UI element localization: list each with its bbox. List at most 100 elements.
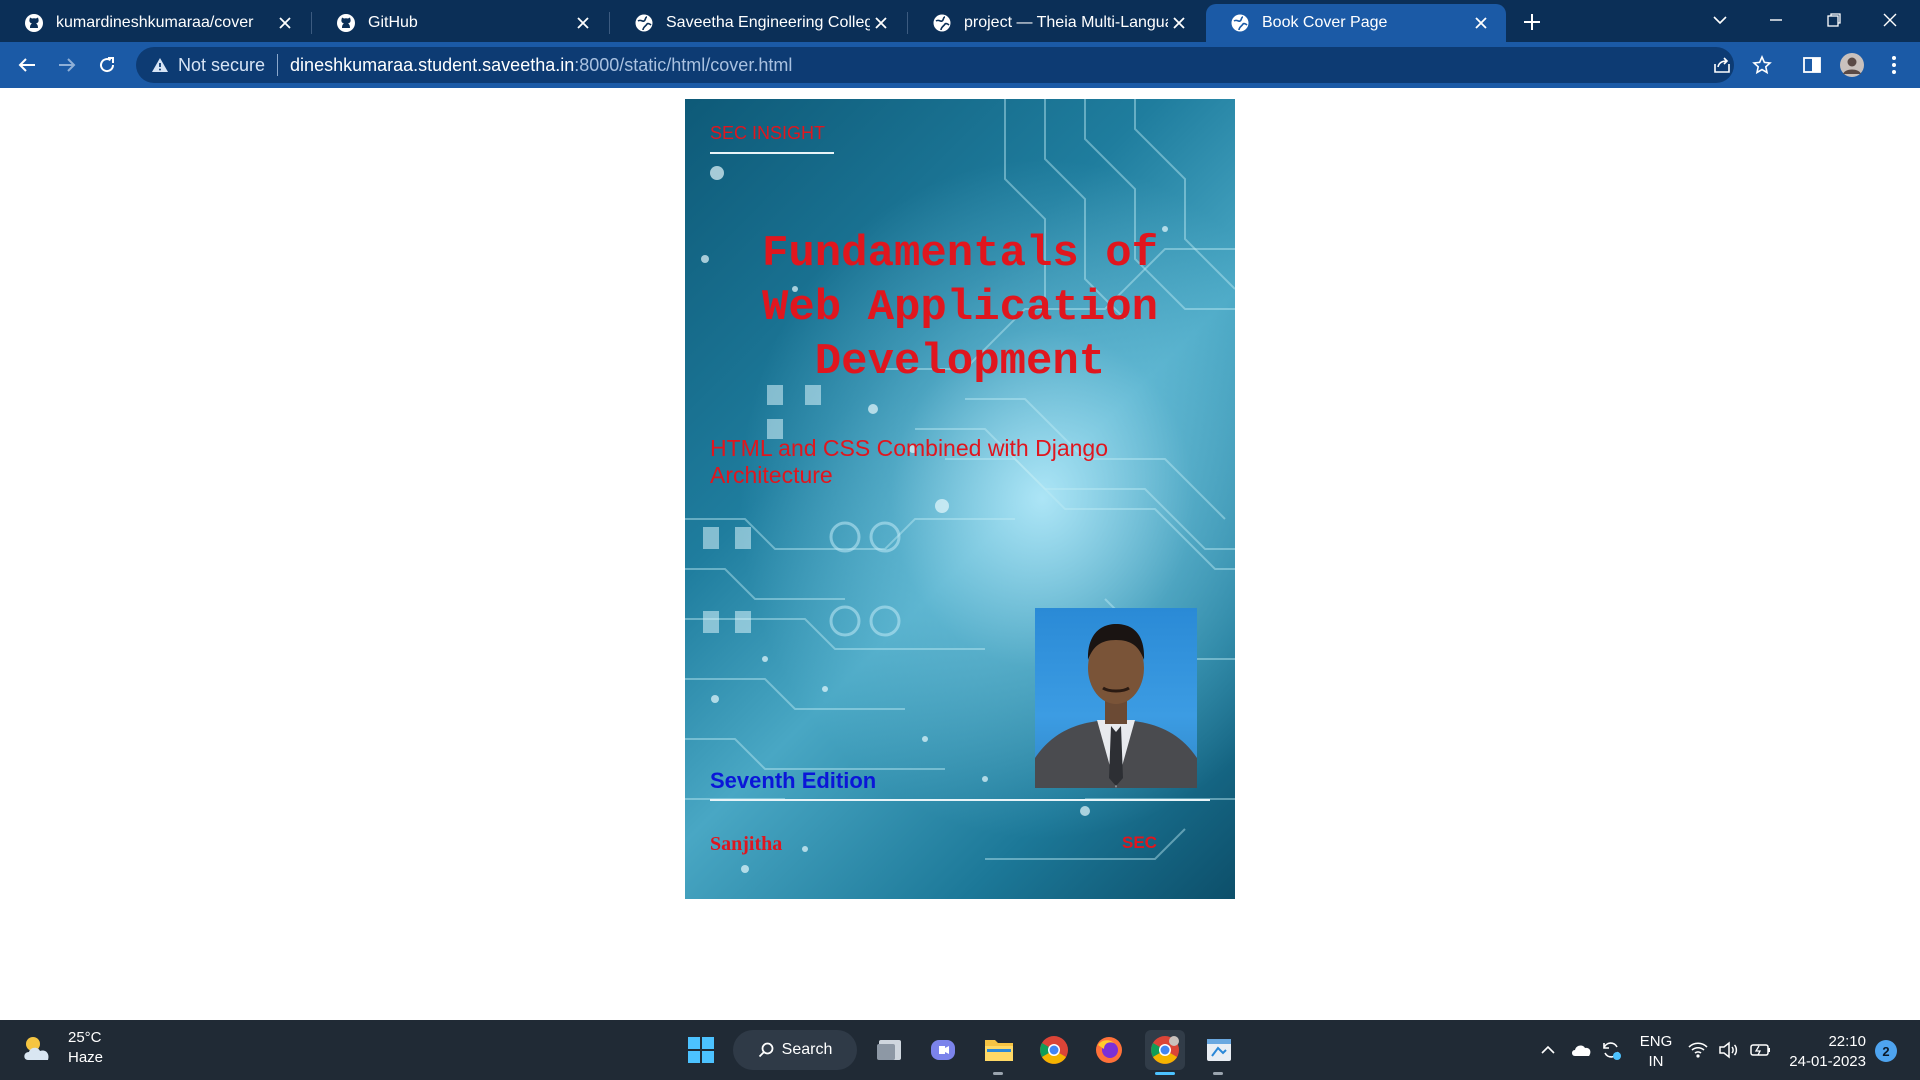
restore-button[interactable] [1806, 0, 1862, 40]
search-icon [758, 1042, 774, 1058]
tab-github[interactable]: GitHub [312, 4, 608, 42]
subtitle-line: Architecture [710, 462, 833, 488]
volume-tray[interactable] [1718, 1020, 1738, 1080]
minimize-button[interactable] [1748, 0, 1804, 40]
close-window-button[interactable] [1862, 0, 1918, 40]
book-title-line: Development [814, 337, 1106, 387]
arrow-right-icon [59, 58, 76, 72]
tab-book-cover-page[interactable]: Book Cover Page [1206, 4, 1506, 42]
cloud-sun-icon [24, 1037, 49, 1060]
forward-button[interactable] [51, 49, 83, 81]
security-status[interactable]: Not secure [178, 55, 265, 76]
close-tab-icon[interactable] [1470, 12, 1492, 34]
snipping-tool-button[interactable] [1199, 1030, 1239, 1070]
windows-logo-icon [688, 1037, 714, 1063]
cover-divider [710, 799, 1210, 801]
globe-icon [932, 13, 952, 33]
reload-icon [100, 57, 115, 73]
minimize-icon [1770, 19, 1782, 21]
chrome-icon [1040, 1036, 1068, 1064]
weather-widget[interactable]: 25°C Haze [20, 1028, 103, 1068]
show-hidden-icons[interactable] [1540, 1020, 1556, 1080]
tab-title: Saveetha Engineering College [666, 14, 870, 31]
book-title: Fundamentals of Web Application Developm… [705, 227, 1215, 389]
clock-time: 22:10 [1828, 1033, 1866, 1050]
book-cover: SEC INSIGHT Fundamentals of Web Applicat… [685, 99, 1235, 899]
close-tab-icon[interactable] [274, 12, 296, 34]
firefox-button[interactable] [1089, 1030, 1129, 1070]
url-host: dineshkumaraa.student.saveetha.in [290, 54, 575, 75]
teams-chat-button[interactable] [924, 1030, 964, 1070]
arrow-left-icon [18, 58, 35, 72]
sync-tray[interactable] [1600, 1020, 1622, 1080]
github-icon [336, 13, 356, 33]
address-bar[interactable]: Not secure dineshkumaraa.student.saveeth… [136, 47, 1734, 83]
back-button[interactable] [11, 49, 43, 81]
tab-github-cover[interactable]: kumardineshkumaraa/cover [0, 4, 310, 42]
task-view-button[interactable] [870, 1030, 910, 1070]
weather-condition: Haze [68, 1049, 104, 1066]
battery-tray[interactable] [1750, 1020, 1772, 1080]
cloud-icon [1572, 1045, 1591, 1056]
avatar [1840, 53, 1864, 77]
tab-title: project — Theia Multi-Language [964, 14, 1168, 31]
close-tab-icon[interactable] [870, 12, 892, 34]
browser-toolbar: Not secure dineshkumaraa.student.saveeth… [0, 42, 1920, 88]
system-clock[interactable]: 22:10 24-01-2023 [1784, 1032, 1866, 1072]
speaker-icon [1719, 1041, 1738, 1059]
region-code: IN [1648, 1053, 1664, 1070]
windows-taskbar: 25°C Haze Search ENG IN 22:10 24-01-2023… [0, 1020, 1920, 1080]
chevron-up-icon [1541, 1045, 1555, 1054]
new-tab-button[interactable] [1518, 8, 1546, 36]
close-tab-icon[interactable] [1168, 12, 1190, 34]
edition-label: Seventh Edition [710, 768, 877, 793]
cover-series-tag: SEC INSIGHT [710, 123, 834, 154]
wifi-tray[interactable] [1688, 1020, 1708, 1080]
share-button[interactable] [1708, 51, 1736, 79]
plus-icon [1524, 14, 1540, 30]
language-code: ENG [1639, 1033, 1673, 1050]
close-tab-icon[interactable] [572, 12, 594, 34]
reload-button[interactable] [91, 49, 123, 81]
active-indicator [1155, 1072, 1175, 1075]
publisher-name: SEC [1122, 833, 1157, 852]
tab-title: GitHub [368, 14, 418, 31]
bookmark-button[interactable] [1748, 51, 1776, 79]
address-divider [277, 54, 279, 76]
url-text[interactable]: dineshkumaraa.student.saveetha.in:8000/s… [290, 55, 792, 76]
file-explorer-button[interactable] [979, 1030, 1019, 1070]
book-subtitle: HTML and CSS Combined with Django Archit… [710, 435, 1130, 489]
book-title-line: Web Application [761, 283, 1159, 333]
chevron-down-icon [1713, 16, 1727, 25]
book-title-line: Fundamentals of [761, 229, 1159, 279]
warning-icon[interactable] [150, 55, 170, 75]
globe-icon [634, 13, 654, 33]
taskbar-search[interactable]: Search [733, 1030, 857, 1070]
video-chat-icon [931, 1040, 955, 1060]
url-path: :8000/static/html/cover.html [574, 54, 793, 75]
input-language[interactable]: ENG IN [1638, 1032, 1674, 1072]
running-indicator [993, 1072, 1003, 1075]
profile-button[interactable] [1838, 51, 1866, 79]
star-icon [1752, 55, 1772, 75]
menu-button[interactable] [1880, 51, 1908, 79]
globe-icon [1230, 13, 1250, 33]
notification-badge[interactable]: 2 [1875, 1040, 1897, 1062]
search-label: Search [781, 1041, 833, 1058]
onedrive-tray[interactable] [1570, 1020, 1592, 1080]
side-panel-button[interactable] [1798, 51, 1826, 79]
chrome-active-button[interactable] [1145, 1030, 1185, 1070]
tab-title: Book Cover Page [1262, 14, 1388, 31]
tab-saveetha[interactable]: Saveetha Engineering College [610, 4, 906, 42]
restore-icon [1827, 13, 1841, 27]
tab-search-button[interactable] [1692, 0, 1748, 40]
task-view-icon [877, 1040, 901, 1060]
chrome-button[interactable] [1034, 1030, 1074, 1070]
tab-theia-project[interactable]: project — Theia Multi-Language [908, 4, 1204, 42]
share-icon [1714, 57, 1730, 73]
github-icon [24, 13, 44, 33]
folder-icon [985, 1040, 1013, 1061]
close-icon [1883, 13, 1897, 27]
more-vertical-icon [1892, 56, 1896, 74]
start-button[interactable] [681, 1030, 721, 1070]
